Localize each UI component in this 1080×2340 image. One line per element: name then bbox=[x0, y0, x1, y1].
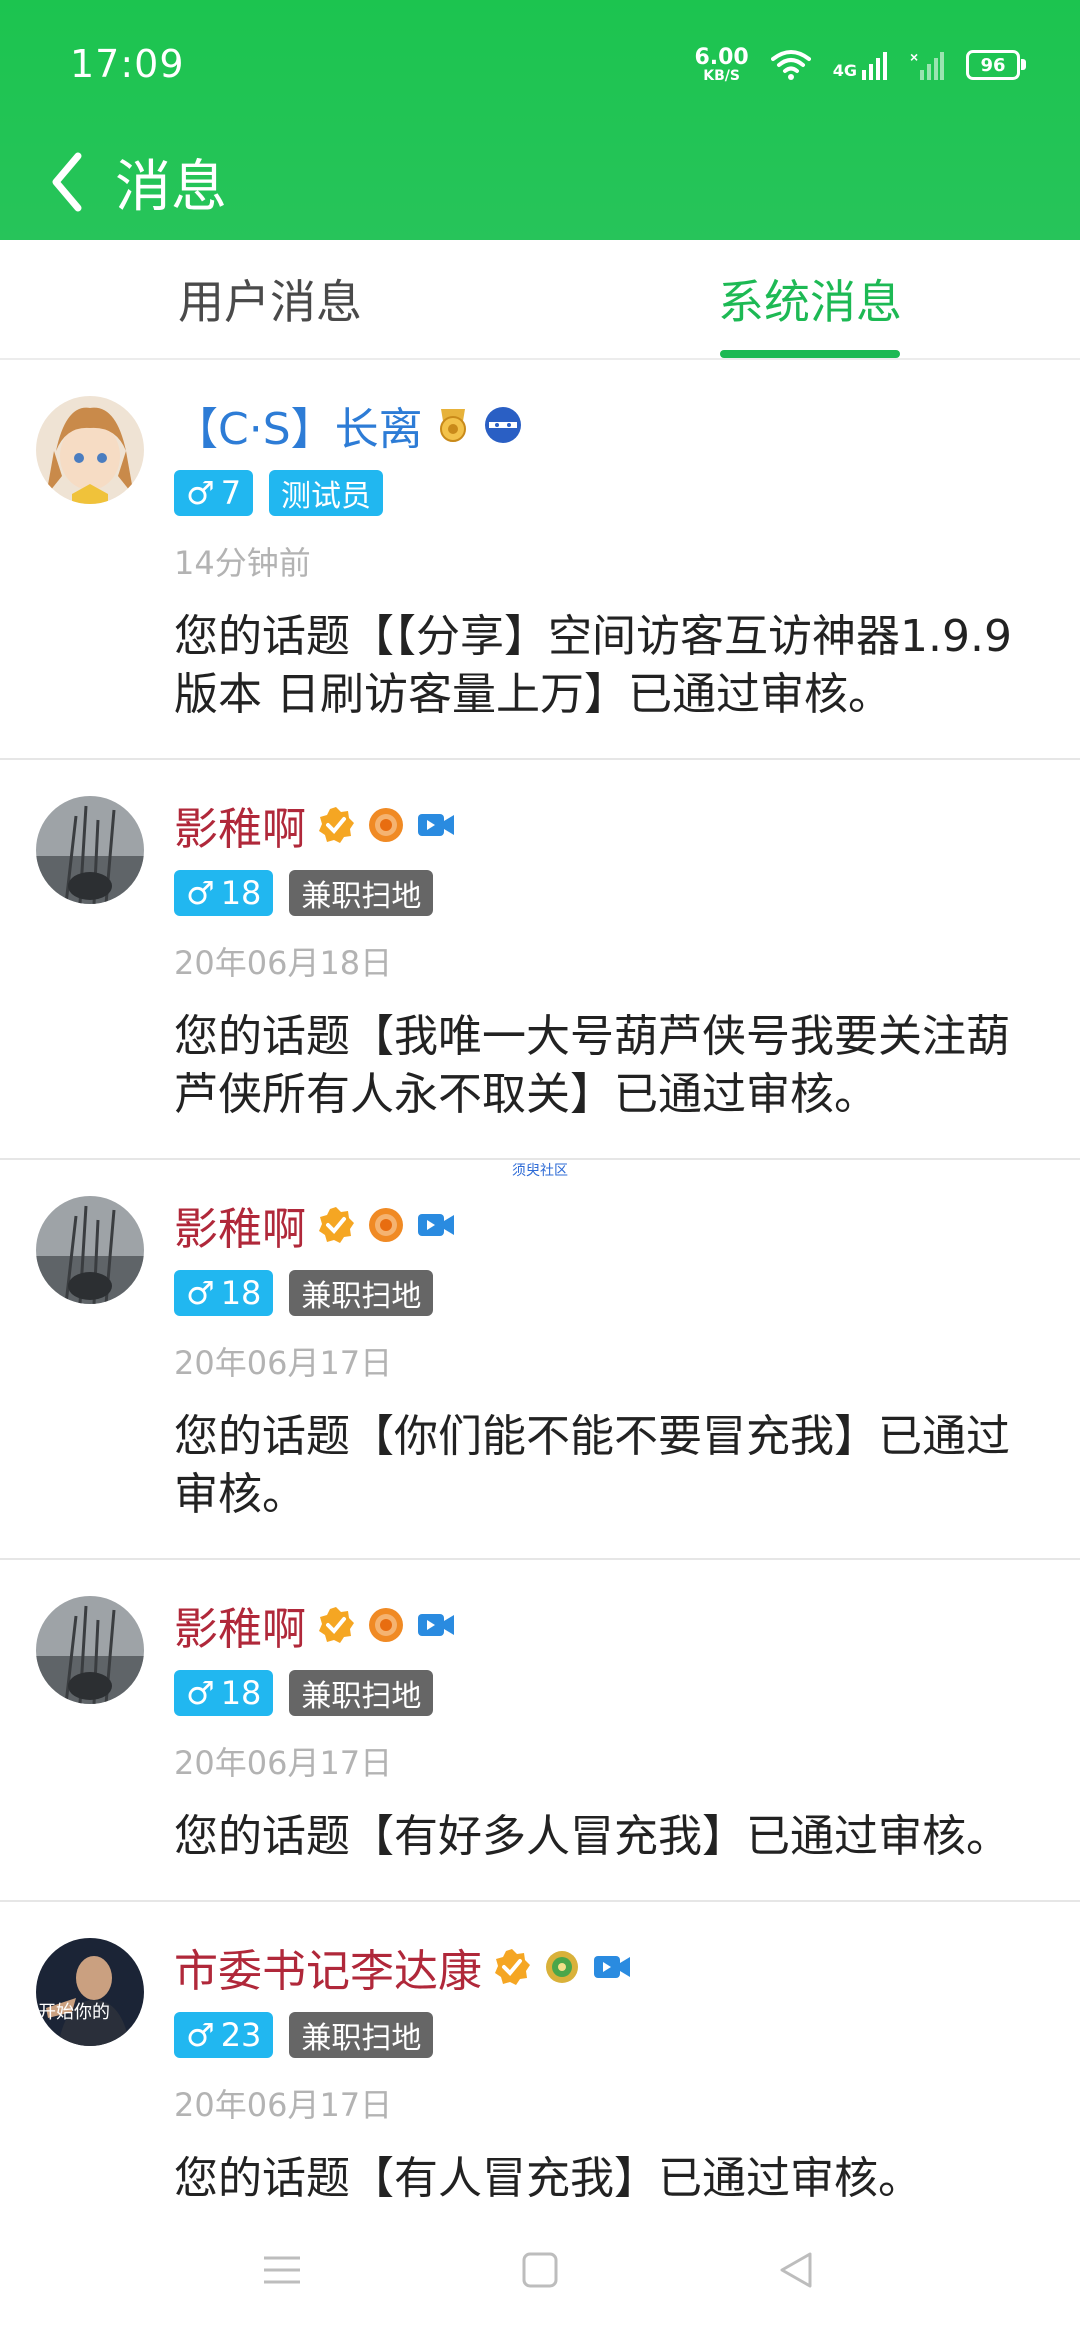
message-item[interactable]: 开始你的 市委书记李达康 ♂ 23 兼职扫地 20年06月17日 您的话题【有人… bbox=[0, 1902, 1080, 2222]
verified-icon bbox=[319, 1207, 354, 1243]
laurel-medal-icon bbox=[546, 1951, 578, 1983]
message-item[interactable]: 影稚啊 ♂ 18 bbox=[0, 1560, 1080, 1902]
net-speed-value: 6.00 bbox=[694, 45, 749, 70]
net-speed: 6.00 KB/S bbox=[694, 45, 749, 84]
status-bar: 17:09 6.00 KB/S 4G × 96 bbox=[0, 0, 1080, 130]
helmet-icon bbox=[484, 407, 521, 443]
level-medal-icon bbox=[369, 808, 403, 842]
video-icon bbox=[418, 1614, 454, 1636]
avatar-caption: 开始你的 bbox=[38, 2002, 110, 2023]
gender-level-badge: ♂ 18 bbox=[174, 870, 274, 916]
status-icons: 6.00 KB/S 4G × 96 bbox=[694, 40, 1026, 90]
avatar[interactable] bbox=[36, 796, 144, 904]
level-medal-icon bbox=[369, 1208, 403, 1242]
reed-avatar-image bbox=[36, 1196, 144, 1304]
male-icon: ♂ bbox=[186, 1674, 215, 1712]
avatar[interactable]: 开始你的 bbox=[36, 1938, 144, 2046]
gender-level-badge: ♂ 18 bbox=[174, 1670, 274, 1716]
tab-bar: 用户消息 系统消息 bbox=[0, 240, 1080, 360]
gender-level-badge: ♂ 23 bbox=[174, 2012, 274, 2058]
role-badge: 兼职扫地 bbox=[289, 2012, 434, 2058]
video-icon bbox=[418, 814, 454, 836]
signal-icon bbox=[862, 52, 887, 80]
message-time: 20年06月17日 bbox=[174, 1744, 393, 1782]
gender-level-badge: ♂ 18 bbox=[174, 1270, 274, 1316]
medal-icon bbox=[439, 409, 466, 442]
tab-user-messages[interactable]: 用户消息 bbox=[90, 240, 450, 358]
sender-name[interactable]: 【C·S】长离 bbox=[174, 393, 423, 457]
status-time: 17:09 bbox=[70, 42, 185, 86]
role-badge: 兼职扫地 bbox=[289, 1270, 434, 1316]
message-item[interactable]: 影稚啊 ♂ 18 bbox=[0, 760, 1080, 1160]
signal-4g: 4G bbox=[833, 50, 888, 80]
person-avatar-image bbox=[36, 1938, 144, 2046]
wifi-icon bbox=[770, 50, 811, 80]
user-level: 23 bbox=[220, 2016, 262, 2054]
message-time: 20年06月17日 bbox=[174, 1344, 393, 1382]
active-tab-indicator bbox=[720, 350, 900, 358]
nav-bar: 消息 bbox=[0, 130, 1080, 240]
avatar[interactable] bbox=[36, 1596, 144, 1704]
video-icon bbox=[418, 1214, 454, 1236]
male-icon: ♂ bbox=[186, 874, 215, 912]
verified-icon bbox=[495, 1949, 530, 1985]
watermark: 须臾社区 bbox=[512, 1163, 568, 1179]
role-badge: 测试员 bbox=[269, 470, 384, 516]
signal-off-icon: × bbox=[910, 50, 944, 80]
user-level: 18 bbox=[220, 1674, 262, 1712]
level-medal-icon bbox=[369, 1608, 403, 1642]
home-icon[interactable] bbox=[510, 2240, 570, 2300]
reed-avatar-image bbox=[36, 796, 144, 904]
male-icon: ♂ bbox=[186, 474, 215, 512]
svg-text:×: × bbox=[910, 50, 918, 65]
message-item[interactable]: 影稚啊 ♂ 18 bbox=[0, 1160, 1080, 1560]
user-level: 18 bbox=[220, 1274, 262, 1312]
male-icon: ♂ bbox=[186, 2016, 215, 2054]
back-triangle-icon[interactable] bbox=[768, 2240, 828, 2300]
gender-level-badge: ♂ 7 bbox=[174, 470, 254, 516]
message-text: 您的话题【有好多人冒充我】已通过审核。 bbox=[174, 1811, 1010, 1862]
network-label: 4G bbox=[832, 61, 857, 80]
menu-icon[interactable] bbox=[252, 2240, 312, 2300]
role-badge: 兼职扫地 bbox=[289, 870, 434, 916]
male-icon: ♂ bbox=[186, 1274, 215, 1312]
sender-name[interactable]: 影稚啊 bbox=[174, 1193, 306, 1257]
message-time: 20年06月17日 bbox=[174, 2086, 393, 2124]
battery-level: 96 bbox=[980, 54, 1006, 76]
role-badge: 兼职扫地 bbox=[289, 1670, 434, 1716]
user-level: 18 bbox=[220, 874, 262, 912]
sender-name[interactable]: 市委书记李达康 bbox=[174, 1935, 482, 1999]
verified-icon bbox=[319, 1607, 354, 1643]
message-text: 您的话题【有人冒充我】已通过审核。 bbox=[174, 2153, 922, 2204]
message-time: 14分钟前 bbox=[174, 544, 311, 582]
system-nav-bar bbox=[0, 2210, 1080, 2340]
reed-avatar-image bbox=[36, 1596, 144, 1704]
anime-avatar-image bbox=[36, 396, 144, 504]
tab-system-messages[interactable]: 系统消息 bbox=[630, 240, 990, 358]
message-list: 【C·S】长离 ♂ 7 测试员 14分钟前 您的话题【【分享】空间访客互访神器1… bbox=[0, 360, 1080, 2222]
message-item[interactable]: 【C·S】长离 ♂ 7 测试员 14分钟前 您的话题【【分享】空间访客互访神器1… bbox=[0, 360, 1080, 760]
message-time: 20年06月18日 bbox=[174, 944, 393, 982]
sender-name[interactable]: 影稚啊 bbox=[174, 793, 306, 857]
chevron-left-icon[interactable] bbox=[40, 132, 120, 232]
video-icon bbox=[594, 1956, 630, 1978]
top-bar: 17:09 6.00 KB/S 4G × 96 消息 bbox=[0, 0, 1080, 240]
sender-name[interactable]: 影稚啊 bbox=[174, 1593, 306, 1657]
battery-indicator: 96 bbox=[966, 50, 1026, 80]
verified-icon bbox=[319, 807, 354, 843]
avatar[interactable] bbox=[36, 396, 144, 504]
page-title: 消息 bbox=[115, 155, 227, 220]
net-speed-unit: KB/S bbox=[703, 68, 740, 84]
user-level: 7 bbox=[220, 474, 242, 512]
message-text: 您的话题【我唯一大号葫芦侠号我要关注葫芦侠所有人永不取关】已通过审核。 bbox=[174, 1011, 1010, 1120]
message-text: 您的话题【你们能不能不要冒充我】已通过审核。 bbox=[174, 1411, 1010, 1520]
message-text: 您的话题【【分享】空间访客互访神器1.9.9版本 日刷访客量上万】已通过审核。 bbox=[174, 611, 1012, 720]
avatar[interactable] bbox=[36, 1196, 144, 1304]
